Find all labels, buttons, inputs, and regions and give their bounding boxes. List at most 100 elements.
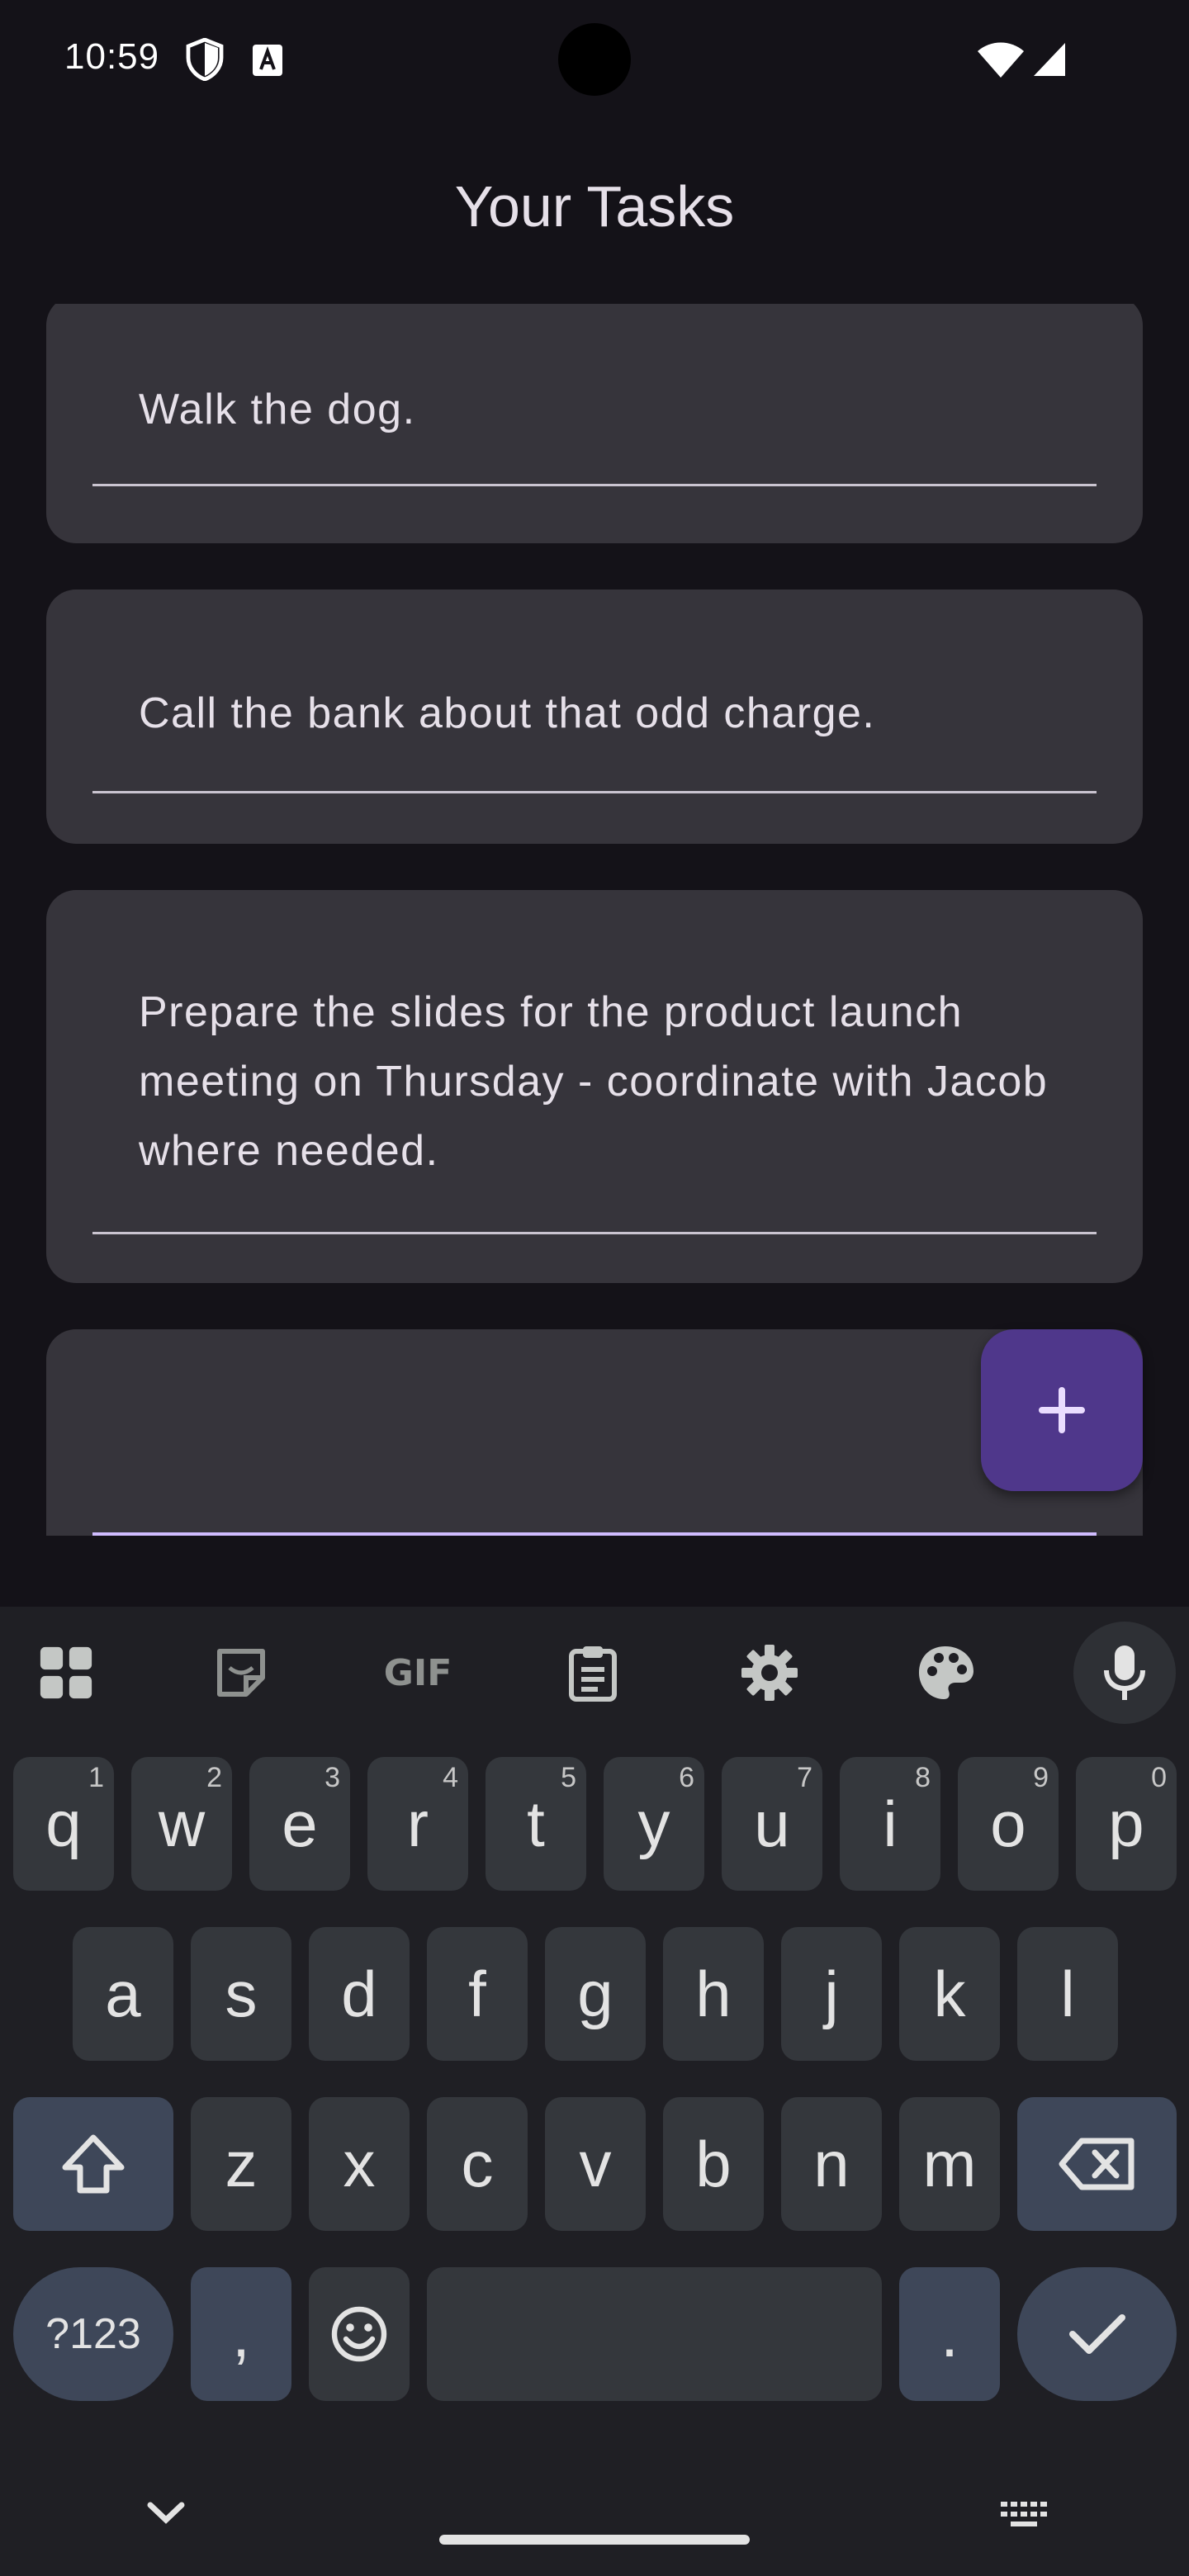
page-title: Your Tasks [454,174,735,239]
key-hint: 8 [915,1762,931,1793]
key-label: h [695,1957,732,2030]
key-hint: 5 [561,1762,576,1793]
key-n[interactable]: n [781,2097,882,2231]
key-hint: 1 [88,1762,104,1793]
key-y[interactable]: y6 [604,1757,704,1891]
comma-key[interactable]: , [191,2267,291,2401]
palette-icon[interactable] [905,1631,988,1714]
key-label: j [824,1957,839,2030]
key-label: v [579,2127,612,2200]
key-hint: 4 [443,1762,458,1793]
shield-icon [185,37,225,85]
clipboard-icon[interactable] [552,1631,634,1714]
key-label: , [232,2297,250,2370]
key-f[interactable]: f [427,1927,528,2061]
task-underline [92,1232,1097,1234]
microphone-button[interactable] [1073,1622,1176,1724]
camera-cutout [558,23,631,96]
key-j[interactable]: j [781,1927,882,2061]
plus-icon [1039,1387,1085,1433]
key-label: m [922,2127,977,2200]
task-text-field[interactable]: Prepare the slides for the product launc… [139,978,1050,1186]
key-l[interactable]: l [1017,1927,1118,2061]
key-t[interactable]: t5 [486,1757,586,1891]
wifi-icon [978,41,1024,83]
shift-arrow-icon [62,2134,125,2194]
key-label: g [577,1957,613,2030]
key-a[interactable]: a [73,1927,173,2061]
task-underline [92,484,1097,486]
key-label: a [105,1957,141,2030]
backspace-key[interactable] [1017,2097,1177,2231]
key-label: x [343,2127,376,2200]
key-x[interactable]: x [309,2097,410,2231]
key-q[interactable]: q1 [13,1757,114,1891]
status-time: 10:59 [64,36,160,77]
period-key[interactable]: . [899,2267,1000,2401]
key-b[interactable]: b [663,2097,764,2231]
navigation-bar [0,2460,1189,2576]
task-card[interactable]: Walk the dog. [46,304,1143,543]
task-text-field[interactable]: Walk the dog. [139,375,1050,444]
key-h[interactable]: h [663,1927,764,2061]
key-u[interactable]: u7 [722,1757,822,1891]
soft-keyboard: GIF q1 w2 e3 r4 t5 y6 u7 i8 o9 p0 a s d … [0,1607,1189,2576]
key-label: t [527,1787,545,1860]
key-s[interactable]: s [191,1927,291,2061]
keyboard-toolbar: GIF [0,1607,1189,1731]
task-card[interactable]: Prepare the slides for the product launc… [46,890,1143,1283]
key-c[interactable]: c [427,2097,528,2231]
key-e[interactable]: e3 [249,1757,350,1891]
key-d[interactable]: d [309,1927,410,2061]
key-label: k [933,1957,966,2030]
key-label: e [282,1787,318,1860]
key-label: c [461,2127,494,2200]
key-o[interactable]: o9 [958,1757,1059,1891]
task-card[interactable]: Call the bank about that odd charge. [46,590,1143,844]
key-label: n [813,2127,850,2200]
sticker-icon[interactable] [200,1631,282,1714]
task-card-new[interactable] [46,1329,1143,1536]
status-bar: 10:59 [0,0,1189,116]
home-indicator[interactable] [439,2535,750,2545]
apps-grid-icon[interactable] [25,1631,107,1714]
key-p[interactable]: p0 [1076,1757,1177,1891]
key-label: q [45,1787,82,1860]
gear-icon[interactable] [728,1631,811,1714]
key-k[interactable]: k [899,1927,1000,2061]
key-label: w [158,1787,206,1860]
key-hint: 2 [206,1762,222,1793]
key-hint: 3 [324,1762,340,1793]
key-label: y [637,1787,670,1860]
shift-key[interactable] [13,2097,173,2231]
key-m[interactable]: m [899,2097,1000,2231]
key-label: ?123 [45,2310,141,2358]
key-label: u [754,1787,790,1860]
done-key[interactable] [1017,2267,1177,2401]
task-underline-active [92,1532,1097,1536]
key-r[interactable]: r4 [367,1757,468,1891]
checkmark-icon [1068,2314,1125,2354]
emoji-key[interactable] [309,2267,410,2401]
key-hint: 7 [797,1762,812,1793]
signal-icon [1032,41,1067,82]
key-label: l [1060,1957,1075,2030]
gif-icon[interactable]: GIF [377,1631,459,1714]
emoji-icon [331,2306,387,2362]
keyboard-switch-icon[interactable] [999,2500,1049,2534]
symbols-key[interactable]: ?123 [13,2267,173,2401]
key-g[interactable]: g [545,1927,646,2061]
key-label: f [468,1957,486,2030]
key-z[interactable]: z [191,2097,291,2231]
chevron-down-icon[interactable] [145,2500,187,2531]
microphone-icon [1104,1646,1145,1700]
key-w[interactable]: w2 [131,1757,232,1891]
key-v[interactable]: v [545,2097,646,2231]
key-label: s [225,1957,258,2030]
key-label: d [341,1957,377,2030]
key-label: z [225,2127,258,2200]
add-task-button[interactable] [981,1329,1143,1491]
key-i[interactable]: i8 [840,1757,940,1891]
task-text-field[interactable]: Call the bank about that odd charge. [139,679,1050,748]
space-bar[interactable] [427,2267,882,2401]
